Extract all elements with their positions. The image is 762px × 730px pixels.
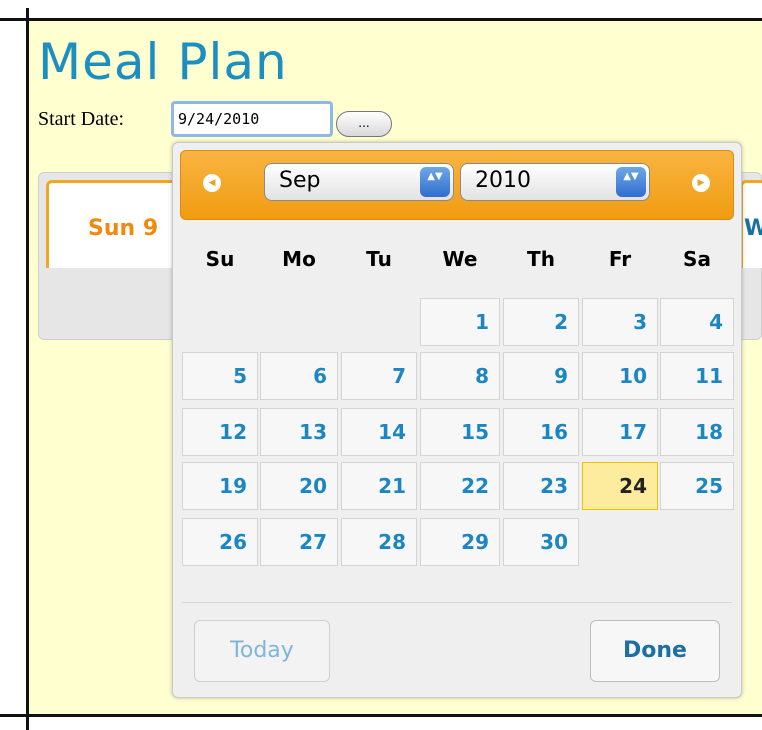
select-arrows-icon: ▲▼ — [420, 167, 450, 197]
tab-wednesday-label: We — [744, 216, 762, 241]
open-datepicker-button[interactable]: ... — [336, 111, 392, 137]
day-cell[interactable]: 11 — [660, 352, 734, 400]
day-cell[interactable]: 19 — [182, 462, 258, 510]
day-cell[interactable]: 30 — [503, 518, 579, 566]
day-cell[interactable]: 13 — [260, 408, 338, 456]
start-date-label: Start Date: — [38, 108, 125, 130]
prev-month-icon[interactable]: ◀ — [203, 174, 221, 192]
day-cell[interactable]: 3 — [582, 298, 658, 346]
crop-line-top — [0, 18, 762, 21]
page-title: Meal Plan — [38, 33, 288, 91]
day-cell[interactable]: 14 — [341, 408, 417, 456]
day-cell[interactable]: 22 — [420, 462, 500, 510]
weekday-label: Tu — [366, 247, 392, 271]
weekday-label: Th — [527, 247, 555, 271]
day-cell[interactable]: 23 — [503, 462, 579, 510]
today-button[interactable]: Today — [194, 620, 330, 682]
weekday-label: Sa — [683, 247, 711, 271]
year-select-value: 2010 — [475, 168, 531, 193]
day-cell[interactable]: 27 — [260, 518, 338, 566]
weekday-label: Fr — [608, 247, 632, 271]
month-select[interactable]: Sep ▲▼ — [264, 163, 454, 201]
start-date-input[interactable] — [171, 101, 333, 137]
day-cell[interactable]: 17 — [582, 408, 658, 456]
day-cell[interactable]: 4 — [660, 298, 734, 346]
day-cell[interactable]: 8 — [420, 352, 500, 400]
weekday-label: Mo — [282, 247, 316, 271]
tab-sunday-label: Sun 9 — [88, 216, 159, 241]
day-cell[interactable]: 20 — [260, 462, 338, 510]
weekday-label: Su — [205, 247, 235, 271]
crop-line-left — [26, 8, 29, 730]
day-cell[interactable]: 10 — [582, 352, 658, 400]
day-cell[interactable]: 15 — [420, 408, 500, 456]
day-cell[interactable]: 21 — [341, 462, 417, 510]
weekday-label: We — [442, 247, 478, 271]
day-cell[interactable]: 28 — [341, 518, 417, 566]
day-cell[interactable]: 6 — [260, 352, 338, 400]
day-cell[interactable]: 26 — [182, 518, 258, 566]
day-cell-selected[interactable]: 24 — [582, 462, 658, 510]
day-cell[interactable]: 25 — [660, 462, 734, 510]
select-arrows-icon: ▲▼ — [616, 167, 646, 197]
day-cell[interactable]: 18 — [660, 408, 734, 456]
day-cell[interactable]: 7 — [341, 352, 417, 400]
day-cell[interactable]: 2 — [503, 298, 579, 346]
done-button[interactable]: Done — [590, 620, 720, 682]
day-cell[interactable]: 1 — [420, 298, 500, 346]
day-cell[interactable]: 5 — [182, 352, 258, 400]
month-select-value: Sep — [279, 168, 321, 193]
crop-line-bottom — [0, 714, 762, 717]
year-select[interactable]: 2010 ▲▼ — [460, 163, 650, 201]
day-cell[interactable]: 16 — [503, 408, 579, 456]
next-month-icon[interactable]: ▶ — [692, 174, 710, 192]
day-cell[interactable]: 12 — [182, 408, 258, 456]
footer-divider — [182, 602, 732, 603]
day-cell[interactable]: 29 — [420, 518, 500, 566]
day-cell[interactable]: 9 — [503, 352, 579, 400]
